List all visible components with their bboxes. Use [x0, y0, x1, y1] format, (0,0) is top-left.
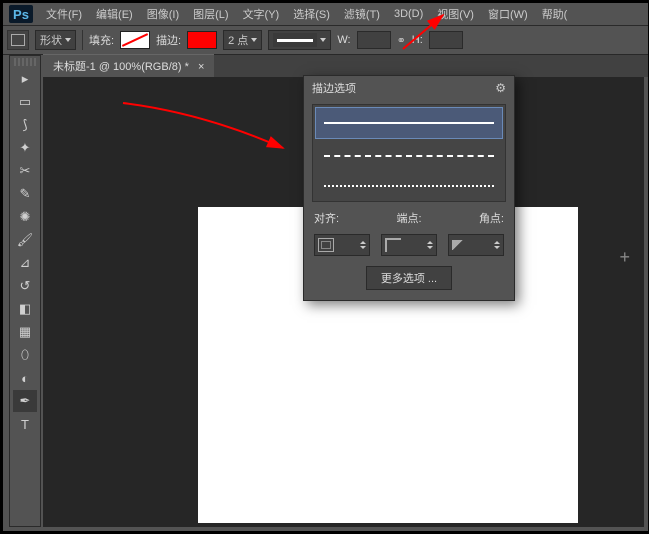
width-label: W:	[337, 34, 350, 46]
stroke-combos-row	[304, 230, 514, 260]
crop-tool[interactable]: ✂	[13, 160, 37, 182]
toolbox-grip[interactable]	[14, 58, 36, 66]
eyedropper-tool[interactable]: ✎	[13, 183, 37, 205]
stroke-style-dashed[interactable]	[313, 141, 505, 171]
stamp-tool[interactable]: ⊿	[13, 252, 37, 274]
more-options-label: 更多选项 ...	[381, 273, 437, 285]
marquee-tool[interactable]: ▭	[13, 91, 37, 113]
menu-filter[interactable]: 滤镜(T)	[337, 3, 387, 25]
stroke-options-popup: 描边选项 ⚙ 对齐: 端点: 角点: 更多选项 ...	[303, 75, 515, 301]
stroke-width-value: 2 点	[228, 32, 248, 48]
move-tool[interactable]: ▸	[13, 68, 37, 90]
app-frame: Ps 文件(F) 编辑(E) 图像(I) 图层(L) 文字(Y) 选择(S) 滤…	[2, 2, 649, 532]
stroke-preview	[273, 33, 317, 47]
menu-view[interactable]: 视图(V)	[430, 3, 481, 25]
options-bar: 形状 填充: 描边: 2 点 W: ⚭ H:	[3, 26, 648, 55]
app-logo: Ps	[9, 5, 33, 23]
eraser-tool[interactable]: ◧	[13, 298, 37, 320]
stroke-style-combo[interactable]	[268, 30, 331, 50]
stroke-label: 描边:	[156, 32, 181, 48]
popup-title: 描边选项	[312, 80, 356, 96]
height-field[interactable]	[429, 31, 463, 49]
shape-mode-label: 形状	[40, 32, 62, 48]
document-tab-bar: 未标题-1 @ 100%(RGB/8) * ×	[43, 55, 648, 77]
more-row: 更多选项 ...	[304, 260, 514, 300]
caps-combo[interactable]	[381, 234, 437, 256]
shape-mode-combo[interactable]: 形状	[35, 30, 76, 50]
link-icon[interactable]: ⚭	[397, 34, 406, 47]
corners-combo[interactable]	[448, 234, 504, 256]
fill-label: 填充:	[89, 32, 114, 48]
fill-swatch[interactable]	[120, 31, 150, 49]
align-label: 对齐:	[314, 210, 339, 226]
document-tab-title: 未标题-1 @ 100%(RGB/8) *	[53, 61, 189, 73]
gear-icon[interactable]: ⚙	[495, 81, 506, 95]
type-tool[interactable]: T	[13, 413, 37, 435]
stroke-width-combo[interactable]: 2 点	[223, 30, 262, 50]
toolbox: ▸ ▭ ⟆ ✦ ✂ ✎ ✺ 🖌 ⊿ ↺ ◧ ▦ ⬯ ◐ ✒ T	[9, 55, 41, 527]
pen-tool[interactable]: ✒	[13, 390, 37, 412]
active-tool-indicator[interactable]	[7, 30, 29, 50]
document-tab[interactable]: 未标题-1 @ 100%(RGB/8) * ×	[43, 54, 214, 77]
menu-help[interactable]: 帮助(	[535, 3, 575, 25]
blur-tool[interactable]: ⬯	[13, 344, 37, 366]
chevron-down-icon	[251, 38, 257, 42]
close-icon[interactable]: ×	[198, 61, 204, 73]
lasso-tool[interactable]: ⟆	[13, 114, 37, 136]
width-field[interactable]	[357, 31, 391, 49]
brush-tool[interactable]: 🖌	[13, 229, 37, 251]
stroke-swatch[interactable]	[187, 31, 217, 49]
menu-bar: Ps 文件(F) 编辑(E) 图像(I) 图层(L) 文字(Y) 选择(S) 滤…	[3, 3, 648, 26]
stroke-style-list	[312, 104, 506, 202]
menu-3d[interactable]: 3D(D)	[387, 5, 430, 23]
align-combo[interactable]	[314, 234, 370, 256]
divider	[82, 30, 83, 50]
stroke-style-solid[interactable]	[315, 107, 503, 139]
menu-layer[interactable]: 图层(L)	[186, 3, 235, 25]
popup-header: 描边选项 ⚙	[304, 76, 514, 100]
menu-window[interactable]: 窗口(W)	[481, 3, 535, 25]
caps-label: 端点:	[396, 210, 421, 226]
corners-label: 角点:	[479, 210, 504, 226]
menu-edit[interactable]: 编辑(E)	[89, 3, 140, 25]
stroke-style-dotted[interactable]	[313, 171, 505, 201]
healing-tool[interactable]: ✺	[13, 206, 37, 228]
stroke-labels-row: 对齐: 端点: 角点:	[304, 206, 514, 230]
menu-select[interactable]: 选择(S)	[286, 3, 337, 25]
magic-wand-tool[interactable]: ✦	[13, 137, 37, 159]
menu-file[interactable]: 文件(F)	[39, 3, 89, 25]
dodge-tool[interactable]: ◐	[13, 367, 37, 389]
more-options-button[interactable]: 更多选项 ...	[366, 266, 452, 290]
history-brush-tool[interactable]: ↺	[13, 275, 37, 297]
height-label: H:	[412, 34, 423, 46]
menu-type[interactable]: 文字(Y)	[236, 3, 287, 25]
cursor-crosshair-icon: +	[619, 247, 630, 268]
chevron-down-icon	[320, 38, 326, 42]
gradient-tool[interactable]: ▦	[13, 321, 37, 343]
chevron-down-icon	[65, 38, 71, 42]
menu-image[interactable]: 图像(I)	[140, 3, 186, 25]
